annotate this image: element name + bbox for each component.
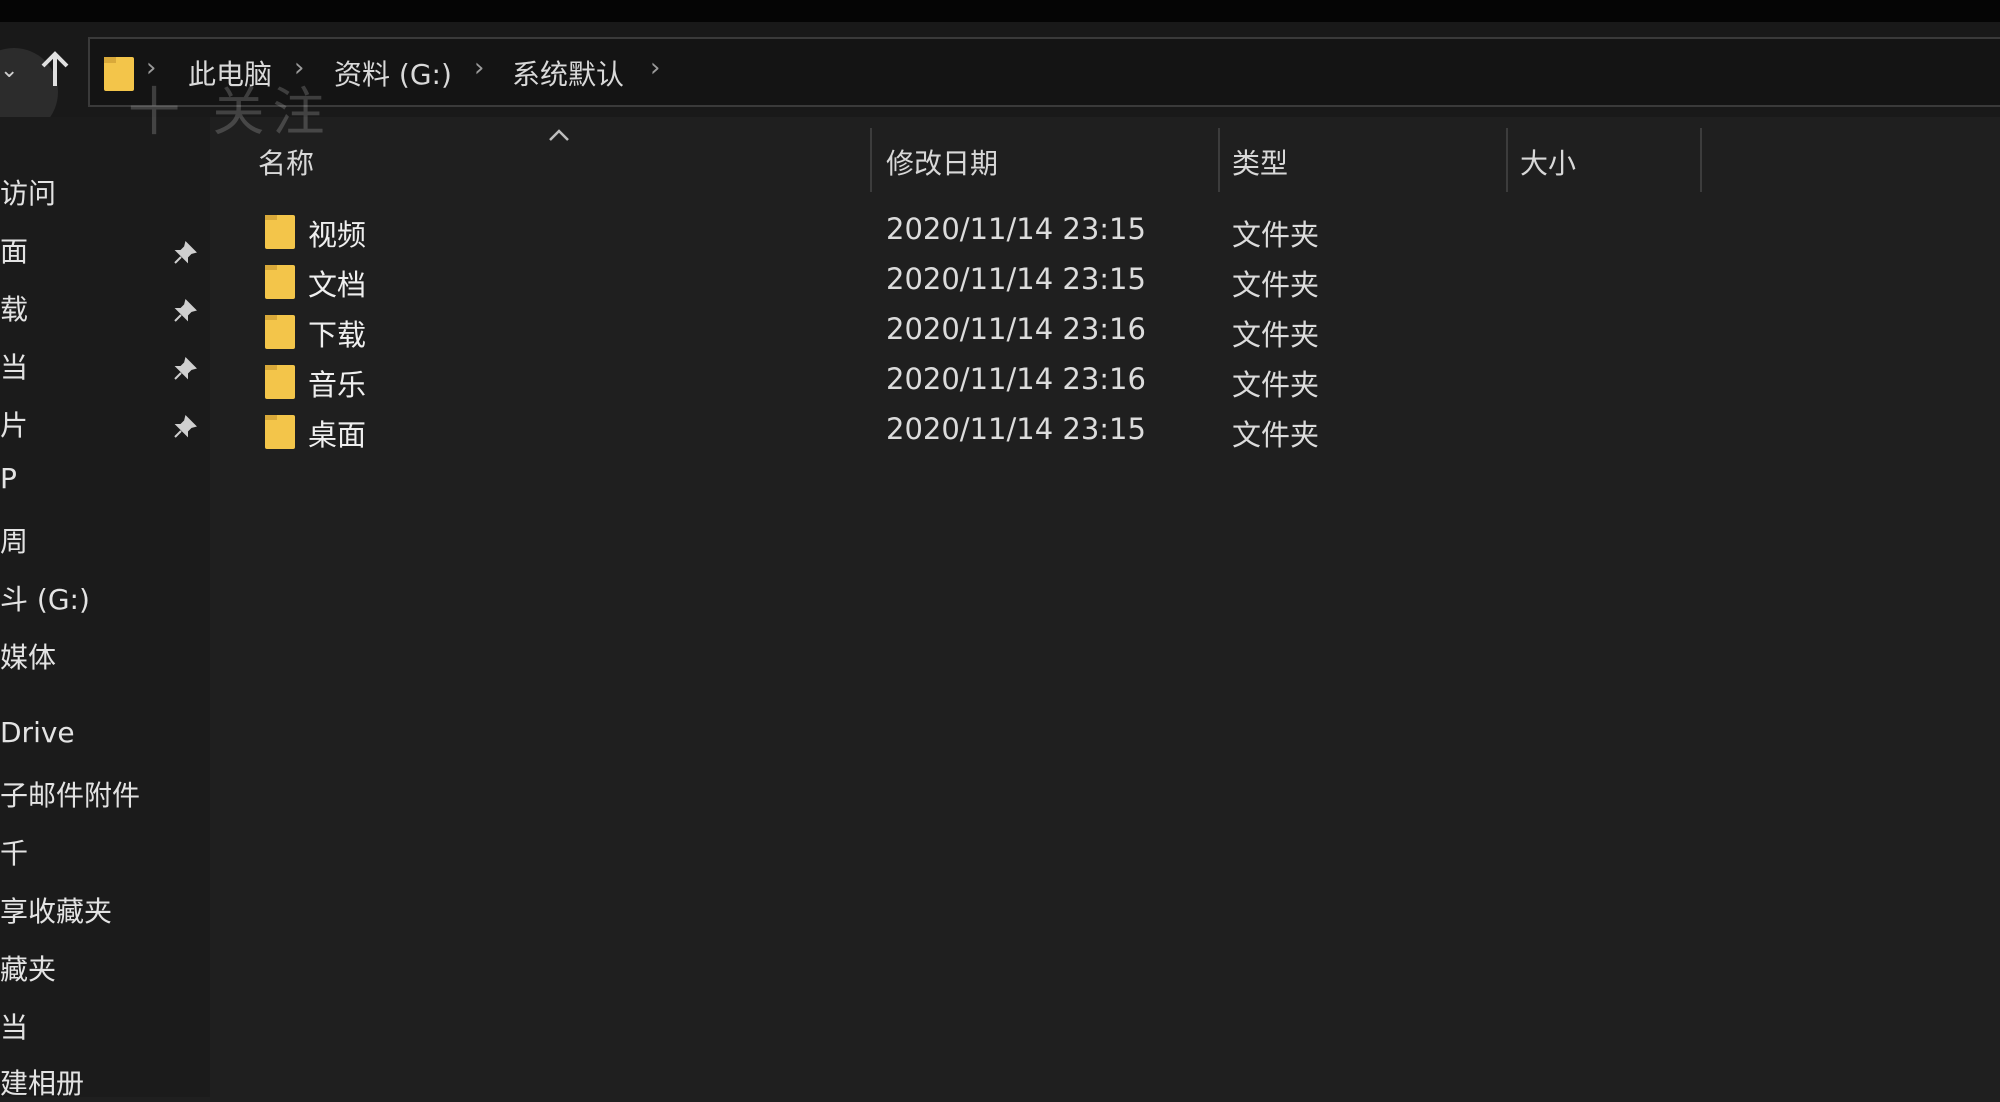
file-row[interactable]: 下载 2020/11/14 23:16 文件夹	[210, 306, 1410, 356]
sidebar-item-label: 斗 (G:)	[0, 583, 90, 616]
sidebar-item[interactable]: 千	[0, 832, 28, 872]
file-modified-date: 2020/11/14 23:16	[886, 362, 1146, 396]
sidebar-item[interactable]: 建相册	[0, 1062, 84, 1102]
sidebar-item[interactable]: 当	[0, 346, 28, 386]
sidebar-item[interactable]: 片	[0, 404, 28, 444]
sidebar-item[interactable]: 媒体	[0, 636, 56, 676]
sidebar-item-label: 周	[0, 525, 29, 558]
sidebar-item-label: 享收藏夹	[0, 895, 113, 928]
sidebar-item-label: 当	[0, 351, 29, 384]
pin-icon[interactable]	[172, 356, 198, 382]
sidebar-item-label: 访问	[0, 177, 57, 210]
sidebar-item-label: 面	[0, 235, 29, 268]
column-divider[interactable]	[1700, 128, 1702, 192]
sidebar-item-label: Drive	[0, 716, 75, 749]
file-name: 文档	[308, 268, 367, 302]
sidebar-item-label: 藏夹	[0, 953, 57, 986]
breadcrumb-current-folder[interactable]: 系统默认	[512, 53, 624, 93]
address-bar[interactable]: › 此电脑 › 资料 (G:) › 系统默认 ›	[88, 37, 2000, 107]
file-modified-date: 2020/11/14 23:15	[886, 212, 1146, 246]
file-row[interactable]: 桌面 2020/11/14 23:15 文件夹	[210, 406, 1410, 456]
file-name: 视频	[308, 218, 367, 252]
file-type: 文件夹	[1232, 268, 1320, 302]
breadcrumb-separator: ›	[474, 53, 485, 83]
sidebar-item-label: 载	[0, 293, 29, 326]
sidebar-item[interactable]: 斗 (G:)	[0, 578, 90, 618]
sidebar-item-label: 千	[0, 837, 29, 870]
chevron-down-icon[interactable]: ⌄	[0, 58, 18, 83]
column-divider[interactable]	[870, 128, 872, 192]
sidebar-item[interactable]: 当	[0, 1006, 28, 1046]
sidebar-item-label: 媒体	[0, 641, 57, 674]
breadcrumb-separator: ›	[650, 53, 661, 83]
column-header-name[interactable]: 名称	[258, 142, 314, 182]
sidebar-item[interactable]: 周	[0, 520, 28, 560]
sidebar-item-label: P	[0, 462, 17, 495]
file-type: 文件夹	[1232, 318, 1320, 352]
file-row[interactable]: 视频 2020/11/14 23:15 文件夹	[210, 206, 1410, 256]
up-arrow-icon[interactable]	[38, 50, 72, 90]
sidebar-item[interactable]: 子邮件附件	[0, 774, 140, 814]
sort-ascending-icon	[549, 129, 569, 141]
sidebar-item[interactable]: 面	[0, 230, 28, 270]
folder-icon	[265, 265, 295, 299]
sidebar-item[interactable]: Drive	[0, 716, 75, 756]
sidebar-item[interactable]: 访问	[0, 172, 56, 212]
pin-icon[interactable]	[172, 298, 198, 324]
folder-icon	[265, 365, 295, 399]
follow-watermark: 十 关注	[128, 83, 333, 143]
breadcrumb-drive-g[interactable]: 资料 (G:)	[334, 53, 452, 93]
sidebar-item-label: 当	[0, 1011, 29, 1044]
pin-icon[interactable]	[172, 240, 198, 266]
file-type: 文件夹	[1232, 368, 1320, 402]
sidebar-item-label: 建相册	[0, 1067, 85, 1100]
file-row[interactable]: 文档 2020/11/14 23:15 文件夹	[210, 256, 1410, 306]
pin-icon[interactable]	[172, 414, 198, 440]
file-modified-date: 2020/11/14 23:15	[886, 412, 1146, 446]
column-divider[interactable]	[1506, 128, 1508, 192]
column-divider[interactable]	[1218, 128, 1220, 192]
file-row[interactable]: 音乐 2020/11/14 23:16 文件夹	[210, 356, 1410, 406]
sidebar-item-label: 片	[0, 409, 29, 442]
folder-icon	[265, 415, 295, 449]
column-header-size[interactable]: 大小	[1520, 142, 1576, 182]
file-type: 文件夹	[1232, 218, 1320, 252]
file-type: 文件夹	[1232, 418, 1320, 452]
file-modified-date: 2020/11/14 23:15	[886, 262, 1146, 296]
column-header-modified[interactable]: 修改日期	[886, 142, 998, 182]
file-name: 音乐	[308, 368, 367, 402]
title-bar	[0, 0, 2000, 22]
folder-icon	[265, 315, 295, 349]
folder-icon	[265, 215, 295, 249]
sidebar-item[interactable]: 藏夹	[0, 948, 56, 988]
file-name: 下载	[308, 318, 367, 352]
column-header-type[interactable]: 类型	[1232, 142, 1288, 182]
sidebar-item[interactable]: 享收藏夹	[0, 890, 112, 930]
sidebar-item[interactable]: 载	[0, 288, 28, 328]
sidebar-item[interactable]: P	[0, 462, 17, 502]
sidebar-item-label: 子邮件附件	[0, 779, 141, 812]
file-name: 桌面	[308, 418, 367, 452]
file-modified-date: 2020/11/14 23:16	[886, 312, 1146, 346]
